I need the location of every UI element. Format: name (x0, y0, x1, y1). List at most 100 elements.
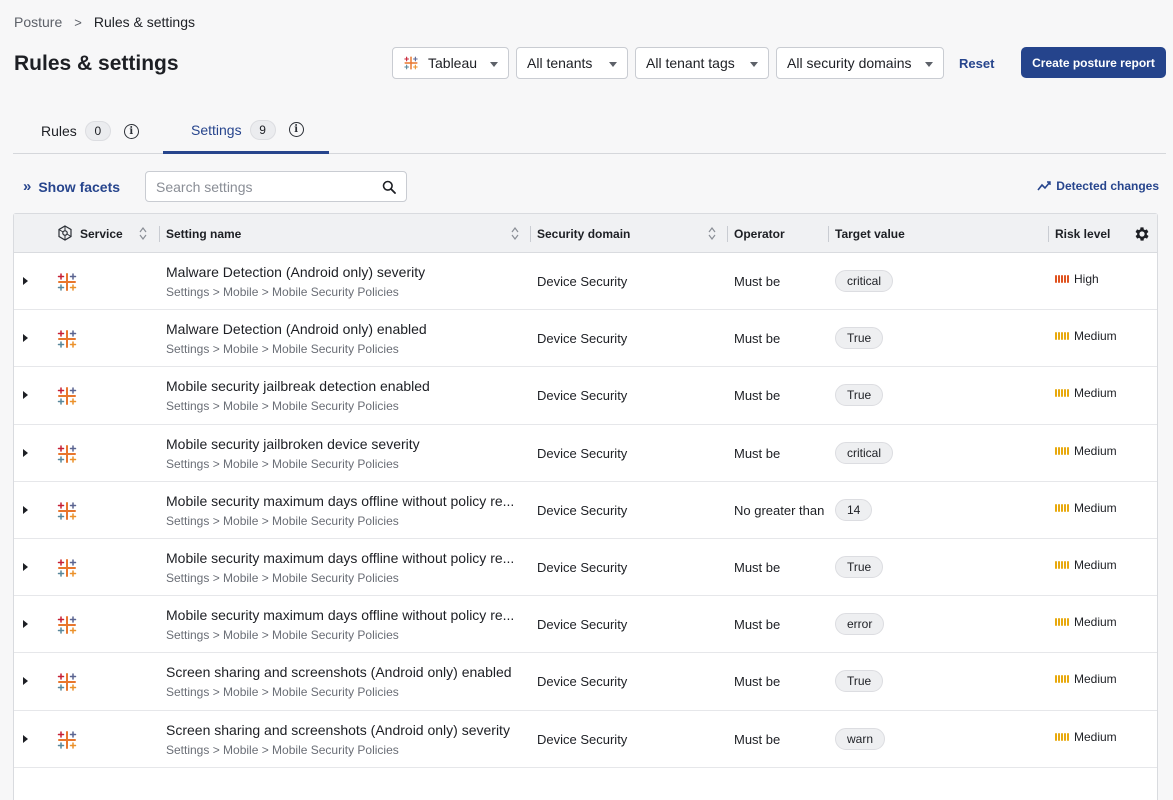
setting-name: Mobile security maximum days offline wit… (166, 607, 515, 624)
risk-level-label: Medium (1074, 329, 1117, 344)
tenants-select[interactable]: All tenants (516, 47, 628, 79)
table-row[interactable]: Screen sharing and screenshots (Android … (14, 653, 1157, 711)
detected-changes-link[interactable]: Detected changes (1037, 179, 1159, 193)
expand-row-icon[interactable] (23, 505, 28, 514)
column-header-setting-name[interactable]: Setting name (159, 214, 242, 253)
table-row[interactable]: Mobile security jailbroken device severi… (14, 425, 1157, 482)
show-facets-label: Show facets (38, 178, 121, 195)
setting-path: Settings > Mobile > Mobile Security Poli… (166, 399, 399, 414)
target-value-pill: critical (835, 270, 894, 292)
risk-level-badge: Medium (1055, 444, 1117, 458)
setting-path: Settings > Mobile > Mobile Security Poli… (166, 628, 399, 643)
sort-icon[interactable] (511, 226, 519, 241)
breadcrumb: Posture > Rules & settings (14, 14, 195, 30)
expand-row-icon[interactable] (23, 562, 28, 571)
breadcrumb-current: Rules & settings (93, 14, 196, 30)
tab-rules[interactable]: Rules 0 i (41, 108, 139, 154)
create-posture-report-button[interactable]: Create posture report (1021, 47, 1166, 78)
chevron-down-icon (750, 62, 758, 67)
column-header-label: Setting name (166, 226, 242, 241)
expand-row-icon[interactable] (23, 277, 28, 285)
risk-level-label: Medium (1074, 500, 1117, 515)
target-value-pill: True (835, 384, 884, 407)
show-facets-button[interactable]: » Show facets (23, 178, 120, 195)
setting-path: Settings > Mobile > Mobile Security Poli… (166, 742, 399, 757)
security-domain-value: Device Security (537, 559, 628, 575)
risk-bars-icon (1055, 389, 1070, 398)
table-row[interactable]: Screen sharing and screenshots (Android … (14, 711, 1157, 768)
sort-icon[interactable] (708, 226, 716, 241)
expand-row-icon[interactable] (23, 734, 28, 743)
setting-name: Malware Detection (Android only) severit… (166, 264, 426, 280)
table-row[interactable]: Mobile security jailbreak detection enab… (14, 367, 1157, 425)
breadcrumb-posture-link[interactable]: Posture (14, 14, 62, 30)
operator-value: Must be (734, 445, 781, 461)
column-header-security-domain[interactable]: Security domain (530, 214, 630, 253)
tab-label: Settings (191, 121, 242, 138)
tab-settings[interactable]: Settings 9 i (163, 108, 329, 154)
tab-count-badge: 9 (249, 119, 276, 140)
risk-bars-icon (1055, 560, 1070, 569)
security-domains-select[interactable]: All security domains (776, 47, 944, 79)
search-icon[interactable] (382, 180, 396, 194)
setting-path: Settings > Mobile > Mobile Security Poli… (166, 456, 399, 471)
risk-level-label: Medium (1074, 672, 1117, 687)
chevron-down-icon (609, 62, 617, 67)
operator-value: Must be (734, 674, 781, 690)
risk-bars-icon (1055, 732, 1070, 741)
table-row[interactable]: Malware Detection (Android only) severit… (14, 253, 1157, 311)
setting-name: Screen sharing and screenshots (Android … (166, 721, 510, 738)
detected-changes-label: Detected changes (1056, 179, 1159, 193)
risk-level-badge: Medium (1055, 501, 1117, 515)
gear-icon[interactable] (1133, 225, 1151, 243)
reset-filters-link[interactable]: Reset (959, 56, 994, 71)
table-row[interactable]: Malware Detection (Android only) enabled… (14, 310, 1157, 368)
risk-level-label: Medium (1074, 386, 1117, 401)
sort-icon[interactable] (139, 226, 147, 241)
setting-name: Malware Detection (Android only) enabled (166, 321, 427, 338)
risk-bars-icon (1055, 618, 1070, 627)
risk-level-badge: Medium (1055, 386, 1117, 400)
operator-value: Must be (734, 559, 781, 575)
expand-row-icon[interactable] (23, 448, 28, 457)
risk-level-badge: High (1055, 272, 1099, 286)
page-title: Rules & settings (14, 52, 179, 75)
target-value-pill: error (835, 613, 885, 636)
column-header-service[interactable]: Service (80, 214, 123, 253)
risk-level-label: Medium (1074, 615, 1117, 630)
setting-name: Screen sharing and screenshots (Android … (166, 664, 512, 681)
expand-row-icon[interactable] (23, 334, 28, 343)
table-row[interactable]: Mobile security maximum days offline wit… (14, 539, 1157, 597)
expand-row-icon[interactable] (23, 620, 28, 629)
trend-line-icon (1037, 181, 1051, 191)
security-domains-select-value: All security domains (787, 55, 912, 71)
column-header-label: Service (80, 226, 123, 241)
tab-bar: Rules 0 i Settings 9 i (13, 108, 1166, 154)
tenant-tags-select-value: All tenant tags (646, 55, 735, 71)
setting-path: Settings > Mobile > Mobile Security Poli… (166, 570, 399, 585)
info-icon[interactable]: i (123, 123, 139, 139)
table-row[interactable]: Mobile security maximum days offline wit… (14, 596, 1157, 654)
operator-value: Must be (734, 331, 781, 347)
tableau-logo-icon (57, 558, 77, 577)
security-domain-value: Device Security (537, 388, 628, 404)
risk-level-label: Medium (1074, 729, 1117, 744)
tableau-logo-icon (57, 673, 77, 692)
table-row[interactable]: Mobile security maximum days offline wit… (14, 482, 1157, 539)
security-domain-value: Device Security (537, 731, 628, 747)
risk-level-badge: Medium (1055, 615, 1117, 629)
risk-bars-icon (1055, 446, 1070, 455)
risk-level-label: High (1074, 272, 1099, 286)
service-select[interactable]: Tableau (392, 47, 509, 79)
security-domain-value: Device Security (537, 445, 628, 461)
column-header-label: Operator (734, 226, 785, 241)
tenant-tags-select[interactable]: All tenant tags (635, 47, 769, 79)
operator-value: Must be (734, 274, 781, 289)
expand-row-icon[interactable] (23, 677, 28, 686)
service-select-value: Tableau (428, 55, 478, 71)
setting-path: Settings > Mobile > Mobile Security Poli… (166, 513, 399, 528)
expand-row-icon[interactable] (23, 391, 28, 400)
search-input[interactable] (156, 178, 382, 195)
info-icon[interactable]: i (288, 122, 304, 137)
risk-level-badge: Medium (1055, 730, 1117, 744)
